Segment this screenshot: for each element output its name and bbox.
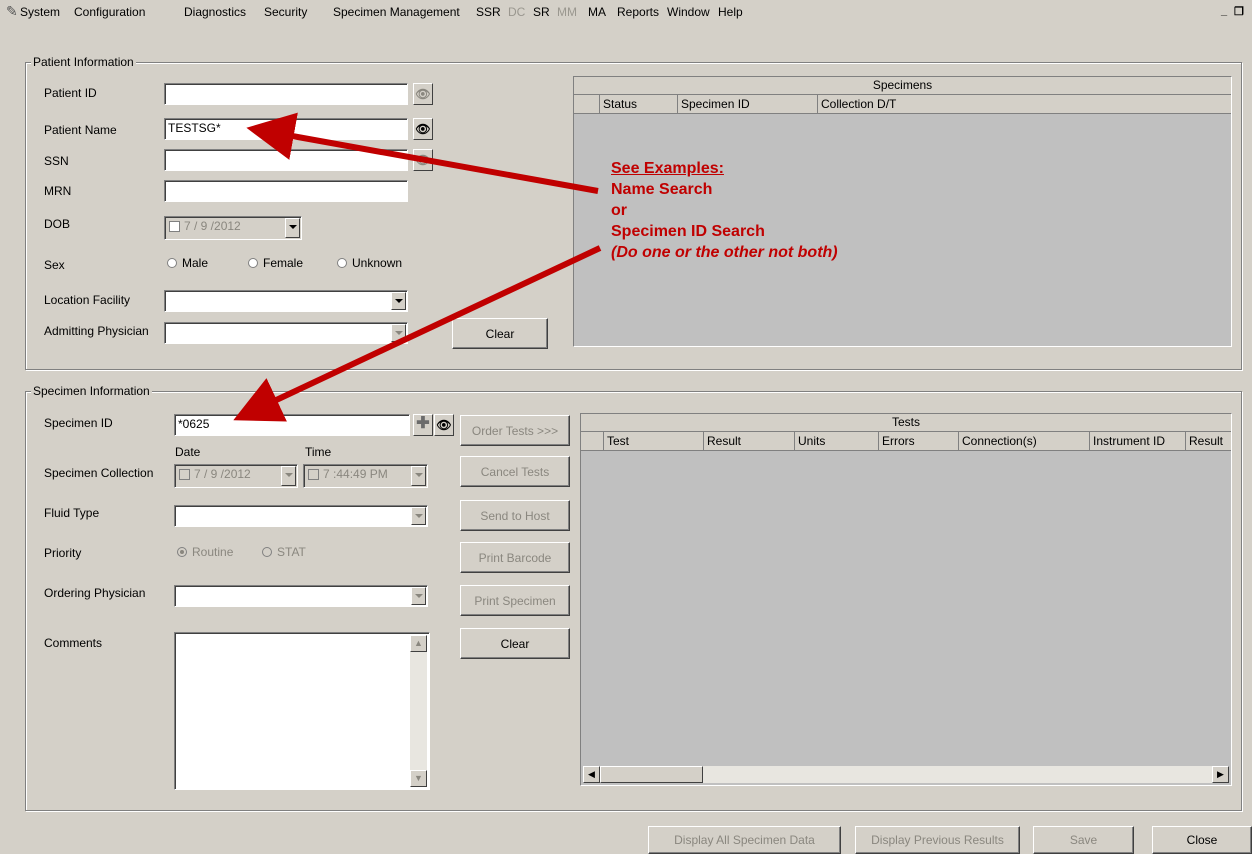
annotation-line-name-search: Name Search	[611, 181, 713, 198]
annotation-text: See Examples: Name Search or Specimen ID…	[611, 158, 838, 263]
annotation-arrows	[233, 112, 602, 422]
annotation-line-note: (Do one or the other not both)	[611, 244, 838, 261]
arrow-to-specimen-id	[233, 245, 602, 422]
arrow-to-patient-name	[246, 112, 599, 194]
annotation-line-or: or	[611, 202, 627, 219]
annotation-line-see-examples: See Examples:	[611, 160, 724, 177]
annotation-line-specimen-id-search: Specimen ID Search	[611, 223, 765, 240]
